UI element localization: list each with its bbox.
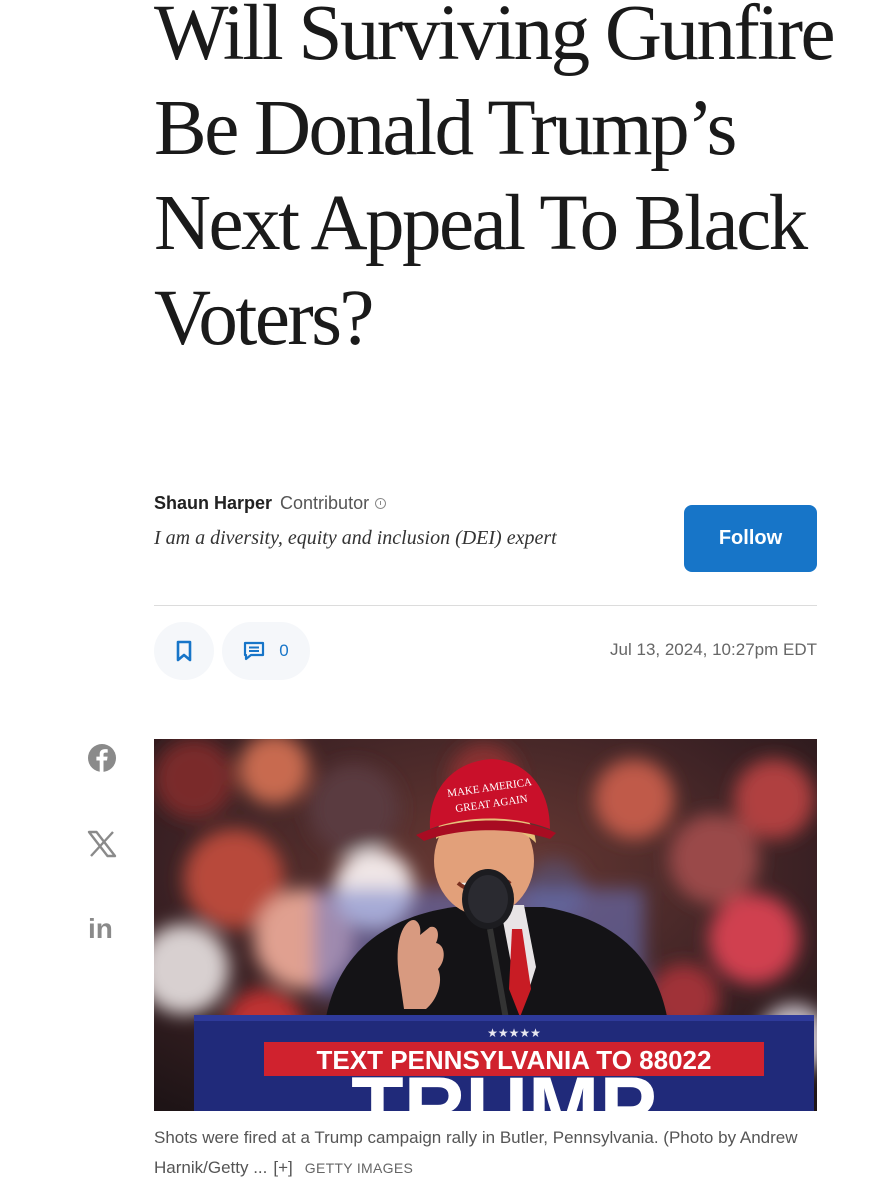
x-icon[interactable]: [87, 830, 117, 858]
linkedin-glyph: in: [88, 913, 113, 942]
comment-count: 0: [279, 641, 289, 660]
podium-word: TRUMP: [351, 1060, 657, 1111]
publish-date: Jul 13, 2024, 10:27pm EDT: [610, 640, 817, 659]
photo-image: MAKE AMERICA GREAT AGAIN ★★★★★ TEXT PENN…: [154, 739, 817, 1111]
bookmark-icon: [176, 640, 192, 662]
comments-button[interactable]: 0: [222, 622, 310, 680]
author-bio: I am a diversity, equity and inclusion (…: [154, 527, 557, 549]
divider: [154, 605, 817, 606]
podium-stars: ★★★★★: [487, 1026, 541, 1040]
comment-icon: [244, 641, 265, 661]
facebook-icon[interactable]: [87, 743, 117, 773]
info-icon[interactable]: [375, 497, 387, 509]
hero-photo[interactable]: MAKE AMERICA GREAT AGAIN ★★★★★ TEXT PENN…: [154, 739, 817, 1111]
bookmark-button[interactable]: [154, 622, 214, 680]
article-headline: Will Surviving Gunfire Be Donald Trump’s…: [154, 0, 836, 362]
author-role: Contributor: [280, 493, 370, 513]
follow-button[interactable]: Follow: [684, 505, 817, 572]
linkedin-icon[interactable]: in: [87, 912, 119, 942]
caption-text: Shots were fired at a Trump campaign ral…: [154, 1128, 798, 1177]
caption-expand-link[interactable]: [+]: [273, 1158, 292, 1177]
author-block: Shaun Harper Contributor I am a diversit…: [154, 490, 614, 556]
photo-caption: Shots were fired at a Trump campaign ral…: [154, 1123, 834, 1183]
author-name[interactable]: Shaun Harper: [154, 490, 272, 516]
caption-source: GETTY IMAGES: [304, 1160, 414, 1176]
